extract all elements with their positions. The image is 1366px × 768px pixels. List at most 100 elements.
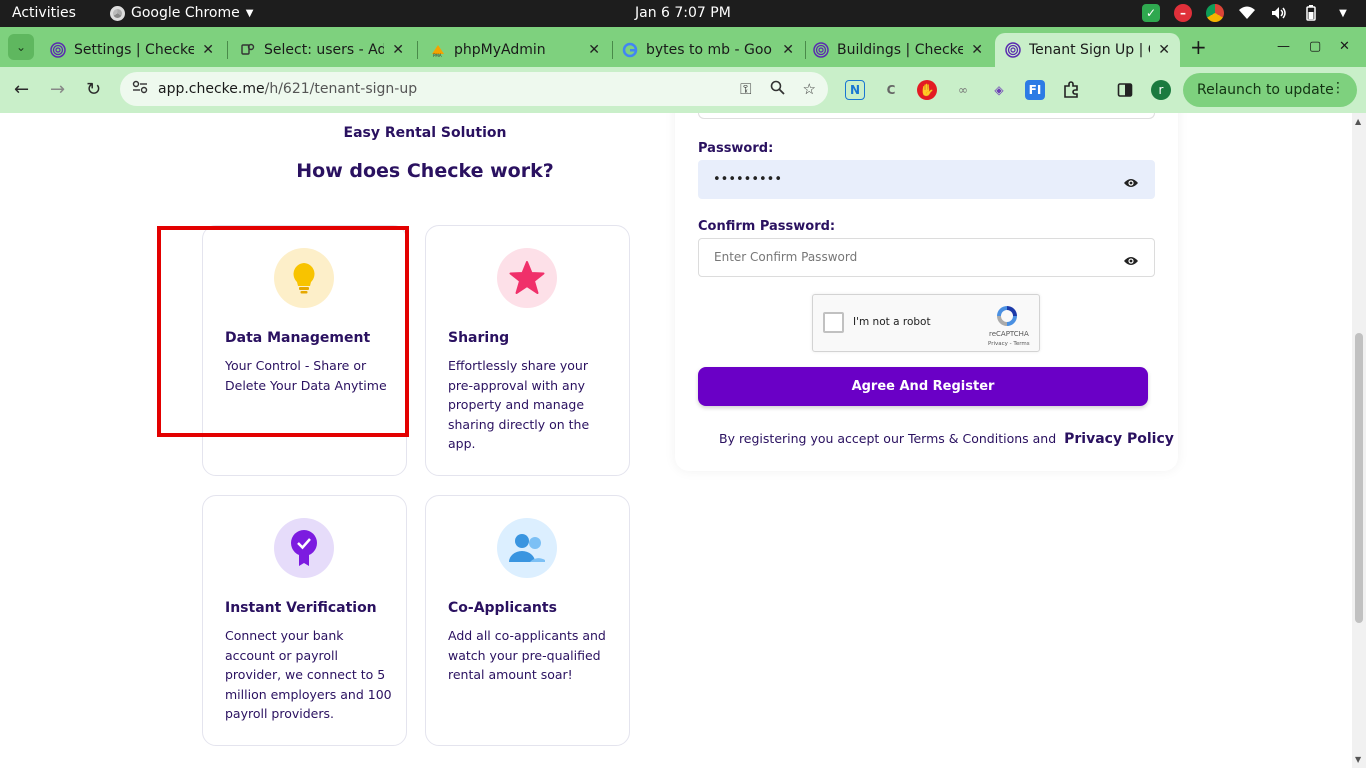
tab-title: Buildings | Checke [837,42,964,58]
previous-input-field[interactable] [698,113,1155,119]
password-value: ••••••••• [713,172,783,187]
fingerprint-icon [50,42,66,58]
star-icon [497,248,557,308]
fingerprint-icon [813,42,829,58]
battery-icon[interactable] [1302,4,1320,22]
password-label: Password: [698,141,774,156]
new-tab-button[interactable]: + [1190,35,1207,59]
password-input[interactable]: ••••••••• [698,160,1155,199]
chevron-down-icon: ⌄ [15,40,27,54]
brand-subtitle: Easy Rental Solution [343,125,507,141]
caret-down-icon: ▼ [245,7,254,19]
card-description: Add all co-applicants and watch your pre… [448,628,606,682]
privacy-policy-link[interactable]: Privacy Policy [1064,431,1174,447]
close-icon[interactable]: ✕ [971,42,983,58]
extensions-puzzle-icon[interactable] [1061,80,1081,100]
close-icon[interactable]: ✕ [1158,42,1170,58]
reload-button[interactable]: ↻ [86,79,101,100]
extension-link-icon[interactable]: ∞ [953,80,973,100]
site-info-icon[interactable] [132,80,150,98]
page-scrollbar[interactable]: ▲ ▼ [1352,113,1366,768]
database-icon [240,42,256,58]
activities-button[interactable]: Activities [12,5,76,21]
close-window-button[interactable]: ✕ [1339,39,1350,54]
system-tray[interactable]: ✓ – ▼ [1142,4,1352,22]
feature-card-co-applicants: Co-Applicants Add all co-applicants and … [425,495,630,746]
recaptcha-widget: I'm not a robot reCAPTCHA Privacy - Term… [812,294,1040,352]
address-bar[interactable]: app.checke.me/h/621/tenant-sign-up ⚿ ☆ [120,72,828,106]
zoom-icon[interactable] [770,80,785,99]
feature-card-instant-verification: Instant Verification Connect your bank a… [202,495,407,746]
url-host: app.checke.me [158,81,265,97]
extension-diamond-icon[interactable]: ◈ [989,80,1009,100]
minimize-button[interactable]: — [1277,39,1290,54]
users-icon [497,518,557,578]
card-description: Connect your bank account or payroll pro… [225,628,392,721]
recaptcha-terms-link[interactable]: Privacy - Terms [988,341,1030,347]
system-top-bar: Activities Google Chrome ▼ Jan 6 7:07 PM… [0,0,1366,27]
tab-title: Settings | Checke [74,42,195,58]
clock[interactable]: Jan 6 7:07 PM [635,5,731,21]
tab-google-search[interactable]: bytes to mb - Goo ✕ [612,33,804,67]
maximize-button[interactable]: ▢ [1309,39,1321,54]
how-it-works-heading: How does Checke work? [296,160,554,182]
fingerprint-icon [1005,42,1021,58]
extension-n-icon[interactable]: N [845,80,865,100]
volume-icon[interactable] [1270,4,1288,22]
tab-title: phpMyAdmin [454,42,546,58]
url-text: app.checke.me/h/621/tenant-sign-up [158,81,417,97]
tab-tenant-sign-up[interactable]: Tenant Sign Up | C ✕ [995,33,1180,67]
power-menu-caret-icon[interactable]: ▼ [1334,4,1352,22]
recaptcha-checkbox[interactable] [823,312,844,333]
bookmark-star-icon[interactable]: ☆ [803,80,816,99]
chrome-icon [110,5,125,21]
tab-search-button[interactable]: ⌄ [8,34,34,60]
scroll-down-arrow-icon[interactable]: ▼ [1355,755,1361,764]
tab-phpmyadmin[interactable]: PMA phpMyAdmin ✕ [420,33,610,67]
card-description: Effortlessly share your pre-approval wit… [448,358,590,451]
recaptcha-logo-icon [995,304,1019,328]
close-icon[interactable]: ✕ [782,42,794,58]
recaptcha-brand: reCAPTCHA [989,330,1029,338]
tab-title: bytes to mb - Goo [646,42,772,58]
close-icon[interactable]: ✕ [588,42,600,58]
tab-strip: ⌄ Settings | Checke ✕ Select: users - Ad… [0,27,1366,67]
confirm-password-input[interactable]: Enter Confirm Password [698,238,1155,277]
card-title: Sharing [448,330,510,346]
app-name: Google Chrome [131,5,240,21]
tab-select-users[interactable]: Select: users - Adr ✕ [230,33,414,67]
extension-fi-icon[interactable]: FI [1025,80,1045,100]
tab-title: Select: users - Adr [264,42,385,58]
tab-buildings[interactable]: Buildings | Checke ✕ [803,33,993,67]
update-check-icon[interactable]: ✓ [1142,4,1160,22]
close-icon[interactable]: ✕ [392,42,404,58]
extension-c-icon[interactable]: C [881,80,901,100]
recaptcha-label: I'm not a robot [853,316,931,328]
back-button[interactable]: ← [14,79,29,100]
tab-settings[interactable]: Settings | Checke ✕ [40,33,224,67]
profile-avatar[interactable]: r [1151,80,1171,100]
relaunch-to-update-button[interactable]: Relaunch to update ⋮ [1183,73,1357,107]
scroll-up-arrow-icon[interactable]: ▲ [1355,117,1361,126]
side-panel-icon[interactable] [1115,80,1135,100]
card-title: Instant Verification [225,600,377,616]
page-content: Easy Rental Solution How does Checke wor… [0,113,1352,768]
eye-icon[interactable] [1123,174,1139,187]
forward-button[interactable]: → [50,79,65,100]
extension-stop-icon[interactable]: ✋ [917,80,937,100]
scrollbar-thumb[interactable] [1355,333,1363,623]
key-icon[interactable]: ⚿ [740,80,751,99]
more-menu-icon[interactable]: ⋮ [1331,80,1345,96]
eye-icon[interactable] [1123,252,1139,265]
wifi-icon[interactable] [1238,4,1256,22]
close-icon[interactable]: ✕ [202,42,214,58]
browser-toolbar: ← → ↻ app.checke.me/h/621/tenant-sign-up… [0,67,1366,113]
chrome-tray-icon[interactable] [1206,4,1224,22]
app-menu[interactable]: Google Chrome ▼ [110,5,253,21]
do-not-disturb-icon[interactable]: – [1174,4,1192,22]
phpmyadmin-icon: PMA [430,42,446,58]
agree-and-register-button[interactable]: Agree And Register [698,367,1148,406]
feature-card-sharing: Sharing Effortlessly share your pre-appr… [425,225,630,476]
legal-notice: By registering you accept our Terms & Co… [719,431,1174,447]
card-title: Co-Applicants [448,600,557,616]
